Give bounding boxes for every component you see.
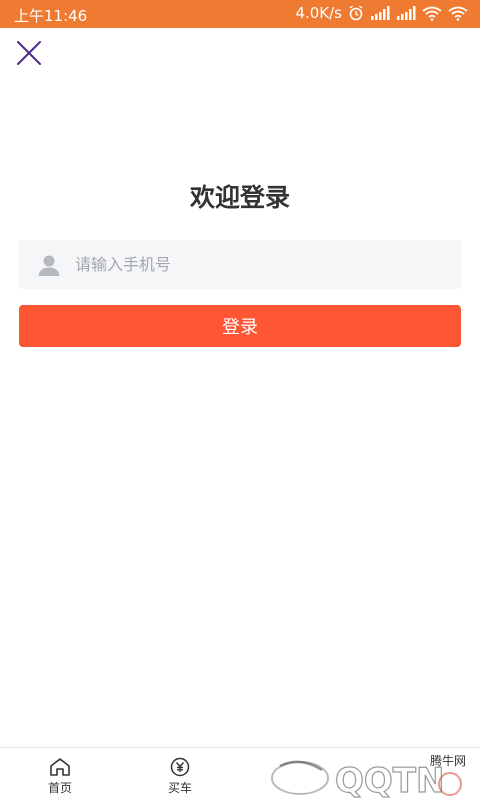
tab-buy-car[interactable]: 买车: [140, 748, 220, 801]
network-speed: 4.0K/s: [295, 4, 342, 22]
tab-home-label: 首页: [47, 781, 72, 795]
close-button[interactable]: [14, 38, 44, 68]
phone-field[interactable]: [19, 240, 461, 289]
signal-icon: [371, 6, 390, 20]
watermark: QQTN 腾牛网: [250, 748, 480, 802]
tab-home[interactable]: 首页: [20, 748, 100, 801]
home-icon: [50, 758, 70, 776]
signal-icon-2: [397, 6, 416, 20]
wifi-icon: [422, 6, 442, 21]
close-icon: [17, 41, 41, 65]
user-icon: [38, 255, 60, 276]
page-title: 欢迎登录: [189, 183, 290, 212]
login-button[interactable]: 登录: [19, 305, 461, 347]
tab-buy-car-label: 买车: [167, 781, 192, 795]
phone-input[interactable]: [73, 254, 437, 275]
status-icons: 4.0K/s: [295, 4, 468, 22]
status-bar: 上午11:46 4.0K/s: [0, 0, 480, 28]
wifi-icon-2: [448, 6, 468, 21]
alarm-icon: [349, 5, 363, 21]
status-time: 上午11:46: [14, 7, 88, 25]
svg-text:QQTN: QQTN: [335, 761, 444, 800]
yen-icon: [170, 757, 190, 777]
watermark-text: 腾牛网: [429, 754, 466, 768]
